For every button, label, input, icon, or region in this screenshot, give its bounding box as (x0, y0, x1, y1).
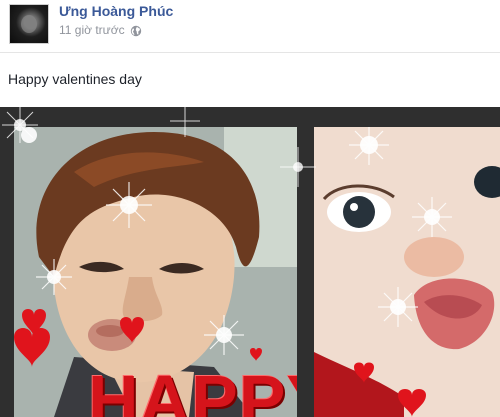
feed-post: Ưng Hoàng Phúc 11 giờ trước Happy valent… (0, 0, 500, 417)
post-status-text: Happy valentines day (8, 71, 142, 87)
author-avatar[interactable] (9, 4, 49, 44)
post-photo[interactable]: HAPPY (0, 107, 500, 417)
globe-icon[interactable] (130, 24, 142, 37)
header-divider (0, 52, 500, 53)
frame-sparkles (2, 107, 316, 337)
post-meta: 11 giờ trước (59, 23, 142, 37)
post-timestamp[interactable]: 11 giờ trước (59, 23, 125, 37)
author-name-link[interactable]: Ưng Hoàng Phúc (59, 3, 173, 19)
